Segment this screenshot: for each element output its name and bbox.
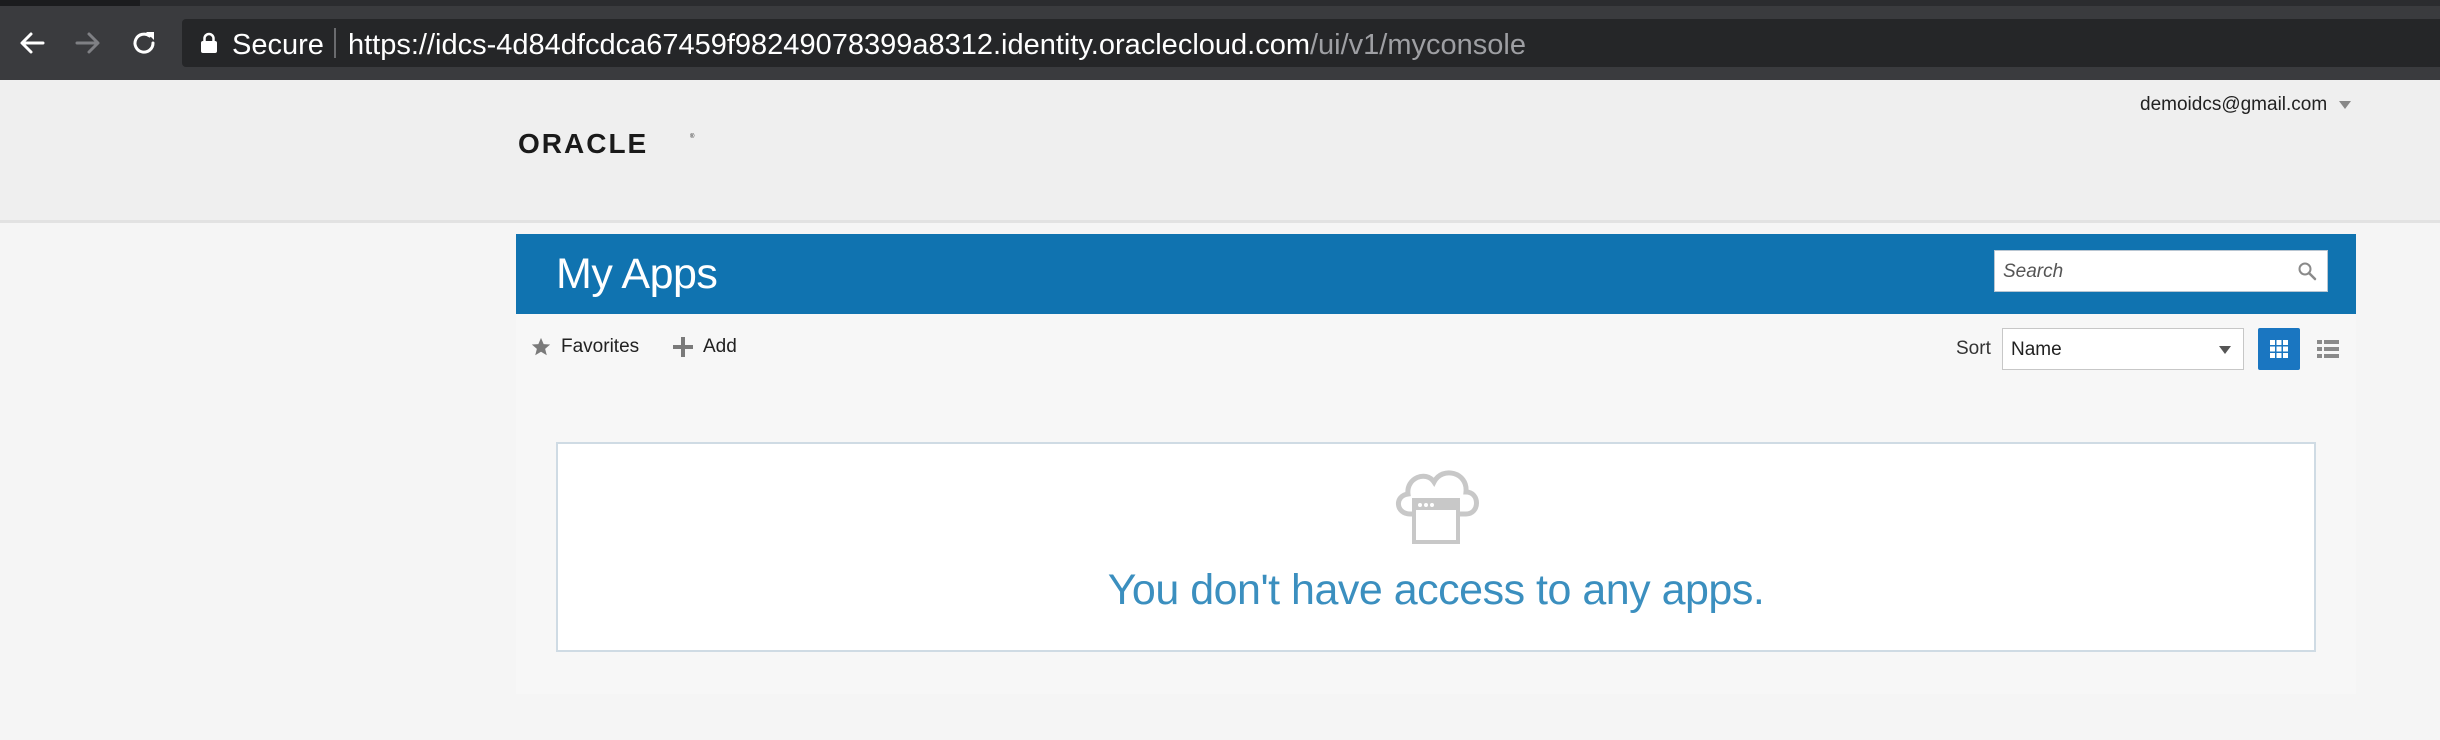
svg-text:®: ® <box>690 133 695 140</box>
lock-icon <box>200 32 218 59</box>
list-icon <box>2317 340 2339 358</box>
favorites-label: Favorites <box>561 336 640 357</box>
user-email: demoidcs@gmail.com <box>2140 94 2328 115</box>
app-header: ORACLE ® demoidcs@gmail.com <box>0 80 2440 223</box>
star-icon <box>531 337 551 356</box>
arrow-right-icon <box>75 32 100 54</box>
empty-message: You don't have access to any apps. <box>1107 566 1765 614</box>
search-icon[interactable] <box>2297 261 2317 286</box>
my-apps-banner: My Apps <box>516 234 2356 314</box>
url-path: /ui/v1/myconsole <box>1309 29 1526 61</box>
plus-icon <box>673 337 693 357</box>
url-host: https://idcs-4d84dfcdca67459f98249078399… <box>348 29 1310 61</box>
list-view-button[interactable] <box>2308 328 2348 370</box>
search-box <box>1994 250 2328 293</box>
apps-toolbar: Favorites Add Sort Name <box>516 314 2356 382</box>
chevron-down-icon <box>2339 101 2352 109</box>
reload-button[interactable] <box>124 23 164 63</box>
browser-toolbar: Secure https://idcs-4d84dfcdca67459f9824… <box>0 6 2440 80</box>
back-button[interactable] <box>12 23 52 63</box>
chevron-down-icon <box>2219 346 2231 354</box>
sort-value: Name <box>2011 339 2062 360</box>
search-input[interactable] <box>1995 251 2295 293</box>
empty-state: You don't have access to any apps. <box>556 442 2316 652</box>
my-apps-panel: My Apps Favorites Add Sort <box>516 234 2356 694</box>
oracle-logo[interactable]: ORACLE ® <box>518 128 698 163</box>
svg-text:ORACLE: ORACLE <box>518 128 648 158</box>
sort-label: Sort <box>1956 338 1991 359</box>
favorites-button[interactable]: Favorites <box>530 336 639 358</box>
sort-select[interactable]: Name <box>2002 328 2244 370</box>
grid-view-button[interactable] <box>2258 328 2300 370</box>
url-text[interactable]: https://idcs-4d84dfcdca67459f98249078399… <box>348 29 1526 62</box>
add-button[interactable]: Add <box>672 336 737 358</box>
page-title: My Apps <box>556 250 718 298</box>
grid-icon <box>2270 340 2288 358</box>
arrow-left-icon <box>20 32 45 54</box>
user-menu[interactable]: demoidcs@gmail.com <box>2140 94 2352 116</box>
address-divider <box>334 28 336 58</box>
secure-label: Secure <box>232 29 324 61</box>
reload-icon <box>133 32 155 54</box>
add-label: Add <box>703 336 737 357</box>
address-bar[interactable]: Secure https://idcs-4d84dfcdca67459f9824… <box>182 19 2440 67</box>
cloud-app-icon <box>1388 462 1484 551</box>
forward-button[interactable] <box>68 23 108 63</box>
